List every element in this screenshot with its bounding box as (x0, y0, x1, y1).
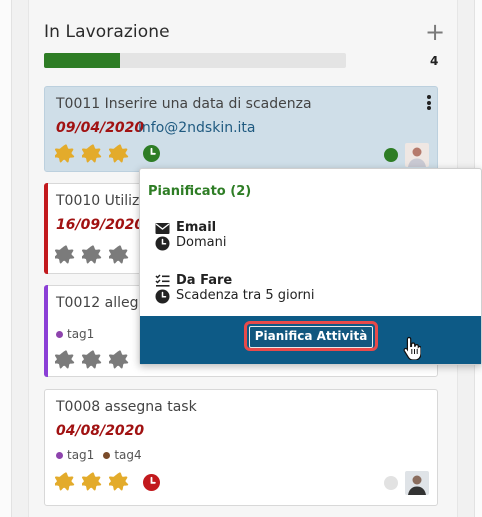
task-card-t0011[interactable]: T0011 Inserire una data di scadenza 09/0… (44, 86, 438, 172)
plus-icon[interactable]: + (425, 20, 445, 44)
popover-item-title: Email (176, 220, 217, 235)
envelope-icon (155, 223, 170, 234)
card-accent-bar (44, 285, 48, 377)
column-title: In Lavorazione (44, 22, 170, 42)
kebab-menu-icon[interactable] (426, 95, 432, 111)
star-icon[interactable] (109, 471, 131, 493)
card-tags: tag1 (56, 327, 94, 341)
plan-activity-label: Pianifica Attività (249, 326, 373, 348)
card-tags: tag1 tag4 (56, 448, 142, 462)
left-column-edge (0, 0, 12, 517)
tag-chip[interactable]: tag1 (56, 448, 94, 462)
card-title: T0008 assegna task (56, 399, 197, 415)
tag-dot (56, 330, 63, 338)
tag-dot (56, 451, 63, 459)
activity-popover: Pianificato (2) Email Domani Da Fare Sca… (139, 168, 482, 365)
star-icon[interactable] (55, 471, 77, 493)
popover-title: Pianificato (2) (148, 184, 252, 199)
tag-label: tag1 (67, 327, 95, 341)
clock-icon[interactable] (143, 474, 160, 491)
clock-icon[interactable] (143, 145, 160, 162)
card-title: T0010 Utilizz (56, 193, 147, 209)
popover-item-title: Da Fare (176, 273, 233, 288)
star-icon[interactable] (82, 349, 104, 371)
clock-icon (155, 289, 170, 304)
popover-item-subtitle: Scadenza tra 5 giorni (176, 288, 315, 303)
avatar (405, 143, 429, 167)
star-icon[interactable] (82, 244, 104, 266)
tag-label: tag4 (114, 448, 142, 462)
star-icon[interactable] (109, 143, 131, 165)
star-icon[interactable] (55, 244, 77, 266)
status-dot (384, 476, 398, 490)
popover-item-subtitle: Domani (176, 235, 227, 250)
avatar (405, 471, 429, 495)
clock-icon (155, 236, 170, 251)
card-due-date: 09/04/2020 (56, 120, 145, 136)
priority-stars (55, 244, 131, 266)
card-accent-bar (44, 183, 48, 274)
star-icon[interactable] (55, 143, 77, 165)
hand-cursor-icon (403, 336, 421, 360)
card-title: T0012 allega (56, 295, 148, 311)
status-dot (384, 148, 398, 162)
card-due-date: 16/09/2020 (56, 217, 145, 233)
card-email-link[interactable]: info@2ndskin.ita (138, 120, 256, 136)
tag-dot (103, 451, 111, 459)
star-icon[interactable] (82, 471, 104, 493)
checklist-icon (155, 274, 170, 287)
card-due-date: 04/08/2020 (56, 423, 145, 439)
column-progress-bar (44, 53, 346, 68)
priority-stars (55, 143, 131, 165)
column-progress-fill (44, 53, 120, 68)
card-title: T0011 Inserire una data di scadenza (56, 96, 312, 112)
tag-chip[interactable]: tag1 (56, 327, 94, 341)
star-icon[interactable] (82, 143, 104, 165)
plan-activity-button[interactable]: Pianifica Attività (244, 321, 378, 351)
popover-footer: Pianifica Attività (140, 316, 481, 364)
tag-chip[interactable]: tag4 (103, 448, 142, 462)
tag-label: tag1 (67, 448, 95, 462)
task-card-t0008[interactable]: T0008 assegna task 04/08/2020 tag1 tag4 (44, 389, 438, 506)
star-icon[interactable] (109, 349, 131, 371)
star-icon[interactable] (55, 349, 77, 371)
priority-stars (55, 471, 131, 493)
priority-stars (55, 349, 131, 371)
column-count: 4 (430, 54, 439, 68)
star-icon[interactable] (109, 244, 131, 266)
